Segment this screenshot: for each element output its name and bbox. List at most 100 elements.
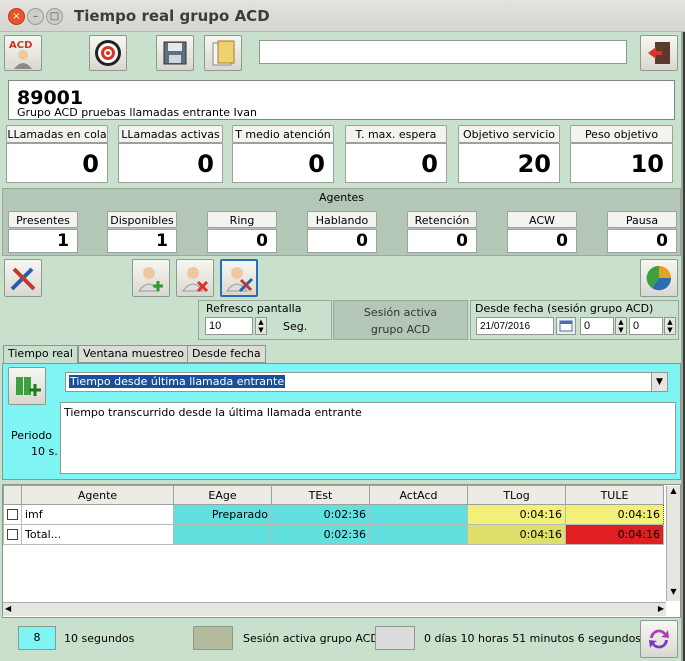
agents-label-talking: Hablando	[307, 211, 377, 228]
add-column-icon	[16, 377, 41, 396]
minute-spinner[interactable]: ▲ ▼	[664, 317, 676, 335]
cell-tule: 0:04:16	[565, 504, 664, 525]
scroll-left-icon[interactable]: ◀	[5, 604, 11, 613]
calendar-icon[interactable]	[556, 317, 576, 335]
refresh-spinner[interactable]: ▲ ▼	[255, 317, 267, 335]
add-metric-button[interactable]	[8, 367, 46, 405]
header-actacd[interactable]: ActAcd	[369, 485, 468, 505]
exit-button[interactable]	[640, 35, 678, 71]
agents-table: Agente EAge TEst ActAcd TLog TULE imf Pr…	[3, 485, 664, 545]
close-icon[interactable]: ×	[8, 8, 25, 25]
cell-actacd	[369, 504, 468, 525]
minimize-icon[interactable]: –	[27, 8, 44, 25]
kpi-value-calls-active: 0	[118, 143, 223, 183]
table-row[interactable]: imf Preparado 0:02:36 0:04:16 0:04:16	[3, 504, 664, 525]
cell-eage	[173, 524, 272, 545]
target-icon	[95, 40, 121, 66]
horizontal-scrollbar[interactable]: ◀ ▶	[3, 602, 666, 616]
cell-agente: Total...	[21, 524, 174, 545]
date-input[interactable]	[476, 317, 554, 335]
scroll-up-icon[interactable]: ▲	[667, 486, 680, 500]
tab-tiempo-real[interactable]: Tiempo real	[3, 345, 78, 364]
hour-input[interactable]	[580, 317, 614, 335]
cell-tule: 0:04:16	[565, 524, 664, 545]
kpi-label-max-wait: T. max. espera	[345, 125, 447, 143]
row-checkbox[interactable]	[3, 524, 22, 545]
user-tools-icon	[226, 267, 254, 293]
window-title: Tiempo real grupo ACD	[74, 7, 270, 25]
scroll-right-icon[interactable]: ▶	[658, 604, 664, 613]
header-test[interactable]: TEst	[271, 485, 370, 505]
refresh-icon	[649, 629, 669, 649]
table-header: Agente EAge TEst ActAcd TLog TULE	[3, 485, 664, 505]
cell-agente: imf	[21, 504, 174, 525]
kpi-label-avg-attention: T medio atención	[232, 125, 334, 143]
kpi-label-target-weight: Peso objetivo	[570, 125, 673, 143]
period-label: Periodo	[11, 429, 53, 442]
status-elapsed: 0 días 10 horas 51 minutos 6 segundos	[424, 632, 642, 645]
tools-button[interactable]	[4, 259, 42, 297]
hour-spinner[interactable]: ▲ ▼	[615, 317, 627, 335]
table-row[interactable]: Total... 0:02:36 0:04:16 0:04:16	[3, 524, 664, 545]
agents-label-available: Disponibles	[107, 211, 177, 228]
export-button[interactable]	[204, 35, 242, 71]
vertical-scrollbar[interactable]: ▲ ▼	[666, 486, 680, 601]
add-agent-button[interactable]	[132, 259, 170, 297]
status-count: 8	[18, 626, 56, 650]
row-checkbox[interactable]	[3, 504, 22, 525]
kpi-label-service-target: Objetivo servicio	[458, 125, 560, 143]
search-input[interactable]	[259, 40, 627, 64]
refresh-label: Refresco pantalla	[206, 302, 302, 315]
status-interval: 10 segundos	[64, 632, 135, 645]
group-name: Grupo ACD pruebas llamadas entrante Ivan	[17, 106, 257, 119]
metric-selected: Tiempo desde última llamada entrante	[69, 375, 286, 388]
tab-desde-fecha[interactable]: Desde fecha	[187, 345, 266, 363]
header-agente[interactable]: Agente	[21, 485, 174, 505]
svg-text:ACD: ACD	[9, 40, 32, 51]
group-info: 89001 Grupo ACD pruebas llamadas entrant…	[8, 80, 675, 120]
scroll-down-icon[interactable]: ▼	[667, 587, 680, 601]
save-button[interactable]	[156, 35, 194, 71]
agents-value-acw: 0	[507, 229, 577, 253]
agents-value-present: 1	[8, 229, 78, 253]
acd-agent-button[interactable]: ACD	[4, 35, 42, 71]
target-button[interactable]	[89, 35, 127, 71]
refresh-button[interactable]	[640, 620, 678, 658]
refresh-input[interactable]	[205, 317, 253, 335]
kpi-value-calls-queued: 0	[6, 143, 108, 183]
maximize-icon[interactable]: □	[46, 8, 63, 25]
header-tule[interactable]: TULE	[565, 485, 664, 505]
kpi-value-max-wait: 0	[345, 143, 447, 183]
period-value: 10 s.	[31, 445, 58, 458]
minute-input[interactable]	[629, 317, 663, 335]
chart-button[interactable]	[640, 259, 678, 297]
cell-actacd	[369, 524, 468, 545]
cell-tlog: 0:04:16	[467, 524, 566, 545]
agent-tools-button[interactable]	[220, 259, 258, 297]
kpi-value-target-weight: 10	[570, 143, 673, 183]
cell-eage: Preparado	[173, 504, 272, 525]
refresh-panel: Refresco pantalla ▲▼ Seg.	[198, 300, 332, 340]
chevron-down-icon[interactable]: ▼	[651, 373, 667, 391]
header-eage[interactable]: EAge	[173, 485, 272, 505]
exit-icon	[648, 42, 670, 64]
agents-value-ring: 0	[207, 229, 277, 253]
title-bar[interactable]: × – □ Tiempo real grupo ACD	[0, 0, 685, 32]
pie-chart-icon	[646, 265, 672, 291]
remove-agent-button[interactable]	[176, 259, 214, 297]
agents-label-pause: Pausa	[607, 211, 677, 228]
metric-select[interactable]: Tiempo desde última llamada entrante ▼	[65, 372, 668, 392]
agents-value-pause: 0	[607, 229, 677, 253]
agents-label-ring: Ring	[207, 211, 277, 228]
agents-label-present: Presentes	[8, 211, 78, 228]
tools-icon	[10, 267, 36, 291]
header-tlog[interactable]: TLog	[467, 485, 566, 505]
tab-ventana-muestreo[interactable]: Ventana muestreo	[78, 345, 189, 363]
add-user-icon	[138, 267, 163, 292]
acd-agent-icon: ACD	[9, 40, 32, 69]
export-icon	[212, 40, 235, 66]
agents-label-acw: ACW	[507, 211, 577, 228]
refresh-unit: Seg.	[283, 320, 308, 333]
status-blank-indicator	[375, 626, 415, 650]
cell-test: 0:02:36	[271, 524, 370, 545]
